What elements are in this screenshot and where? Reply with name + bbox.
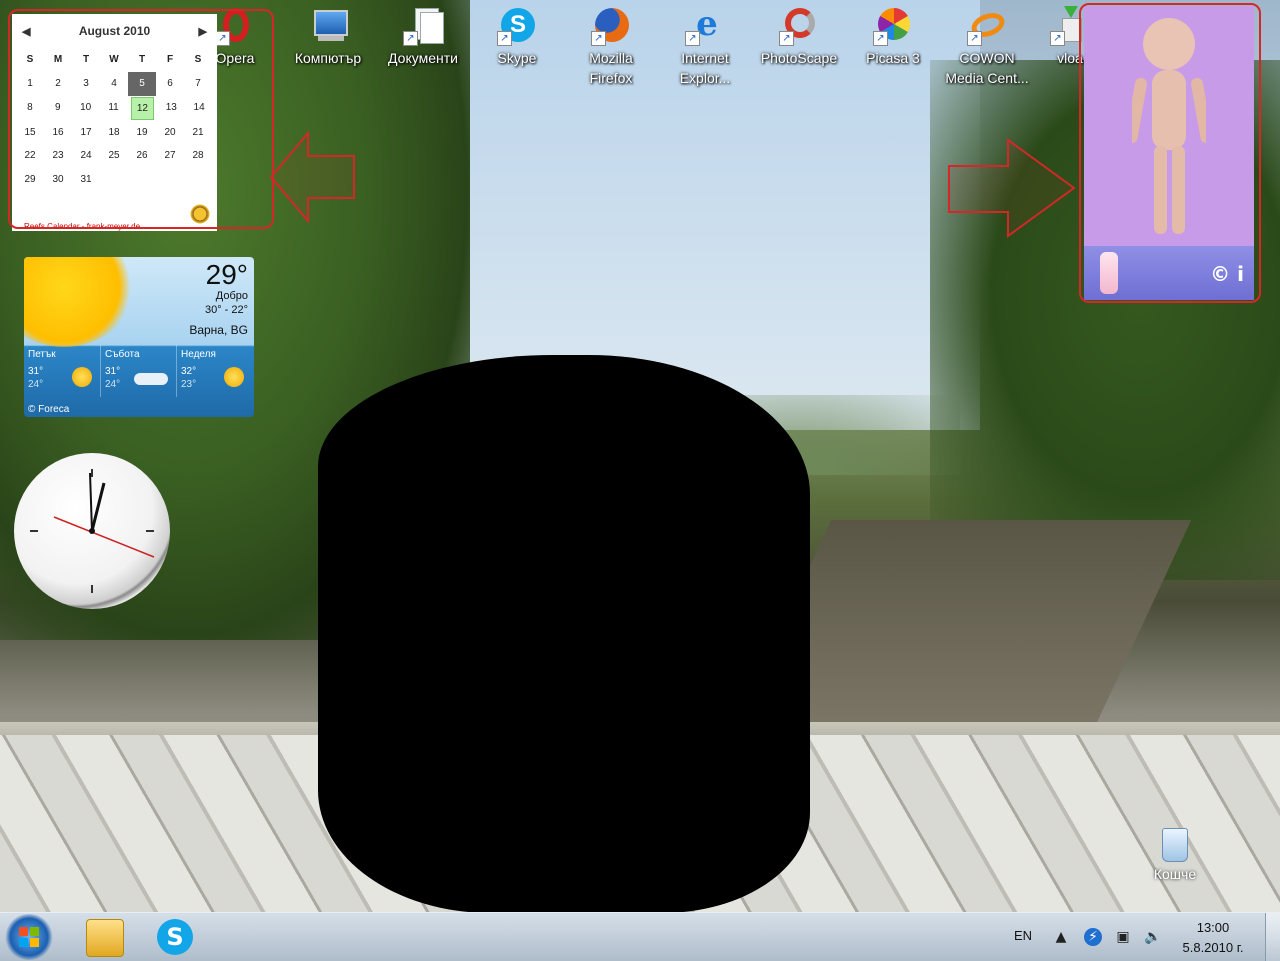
clock-gadget[interactable] [14, 453, 170, 609]
skype-icon: S ↗ [497, 6, 537, 46]
forecast-low: 23° [181, 379, 197, 390]
desktop-icon-documents[interactable]: ↗ Документи [380, 6, 466, 68]
forecast-high: 32° [181, 366, 197, 377]
desktop-icon-picasa[interactable]: ↗ Picasa 3 [850, 6, 936, 68]
folder-icon [86, 919, 124, 957]
desktop-icon-recycle-bin[interactable]: Кошче [1140, 828, 1210, 882]
computer-icon [308, 6, 348, 46]
skype-icon: S [157, 919, 193, 955]
clock-second-hand [53, 516, 155, 558]
show-hidden-icons-button[interactable]: ▲ [1052, 928, 1070, 946]
sunny-icon [72, 367, 92, 387]
documents-icon: ↗ [403, 6, 444, 46]
forecast-low: 24° [28, 379, 44, 390]
weather-provider: © Foreca [28, 404, 70, 415]
picasa-icon: ↗ [873, 6, 913, 46]
desktop-icon-firefox[interactable]: ↗ Mozilla Firefox [568, 6, 654, 88]
forecast-day-name: Неделя [181, 349, 216, 360]
recycle-bin-icon [1162, 828, 1188, 862]
forecast-day-name: Събота [105, 349, 140, 360]
photoscape-icon: ↗ [779, 6, 819, 46]
forecast-day: Неделя 32° 23° [176, 345, 252, 397]
right-arrow-annotation [948, 138, 1076, 238]
forecast-low: 24° [105, 379, 121, 390]
firefox-icon: ↗ [591, 6, 631, 46]
left-arrow-annotation [269, 130, 355, 224]
taskbar-date: 5.8.2010 г. [1182, 940, 1244, 955]
language-indicator[interactable]: EN [1014, 928, 1032, 943]
volume-icon[interactable]: 🔈 [1144, 928, 1162, 946]
desktop-wallpaper: ↗ Opera Компютър ↗ Документи S ↗ Skype ↗… [0, 0, 1280, 912]
forecast-high: 31° [105, 366, 121, 377]
weather-forecast: Петък 31° 24° Събота 31° 24° Неделя 32° … [24, 345, 254, 397]
clock-hour-hand [90, 482, 106, 532]
forecast-day: Събота 31° 24° [100, 345, 176, 397]
taskbar-time: 13:00 [1196, 920, 1230, 935]
redacted-area [318, 355, 810, 912]
start-button[interactable] [4, 914, 54, 960]
sunny-icon [224, 367, 244, 387]
power-icon[interactable]: ⚡ [1084, 928, 1102, 946]
taskbar-explorer-button[interactable] [76, 915, 134, 959]
desktop-icon-skype[interactable]: S ↗ Skype [474, 6, 560, 68]
taskbar-clock[interactable]: 13:00 5.8.2010 г. [1176, 918, 1250, 958]
forecast-day-name: Петък [28, 349, 56, 360]
forecast-day: Петък 31° 24° [24, 345, 100, 397]
weather-condition: Добро [215, 290, 248, 302]
weather-gadget[interactable]: 29° Добро 30° - 22° Варна, BG Петък 31° … [24, 257, 254, 417]
forecast-high: 31° [28, 366, 44, 377]
desktop-icon-computer[interactable]: Компютър [285, 6, 371, 68]
internet-explorer-icon: e ↗ [685, 6, 725, 46]
baby-highlight-outline [1079, 3, 1261, 303]
clock-minute-hand [89, 472, 93, 532]
desktop-icon-cowon[interactable]: ↗ COWON Media Cent... [944, 6, 1030, 88]
desktop-icon-internet-explorer[interactable]: e ↗ Internet Explor... [662, 6, 748, 88]
calendar-highlight-outline [8, 9, 274, 229]
network-icon[interactable]: ▣ [1114, 928, 1132, 946]
taskbar-skype-button[interactable]: S [146, 915, 204, 959]
weather-range: 30° - 22° [204, 304, 248, 316]
taskbar: S EN ▲ ⚡ ▣ 🔈 13:00 5.8.2010 г. [0, 912, 1280, 961]
desktop-icon-photoscape[interactable]: ↗ PhotoScape [756, 6, 842, 68]
show-desktop-button[interactable] [1265, 913, 1280, 961]
sun-icon [24, 257, 134, 347]
weather-temperature: 29° [205, 259, 248, 290]
cloudy-icon [134, 373, 168, 385]
clock-face-icon [30, 469, 155, 593]
windows-logo-icon [19, 927, 39, 947]
weather-location: Варна, BG [189, 323, 248, 337]
recycle-bin-label: Кошче [1153, 866, 1197, 882]
cowon-icon: ↗ [967, 6, 1008, 46]
